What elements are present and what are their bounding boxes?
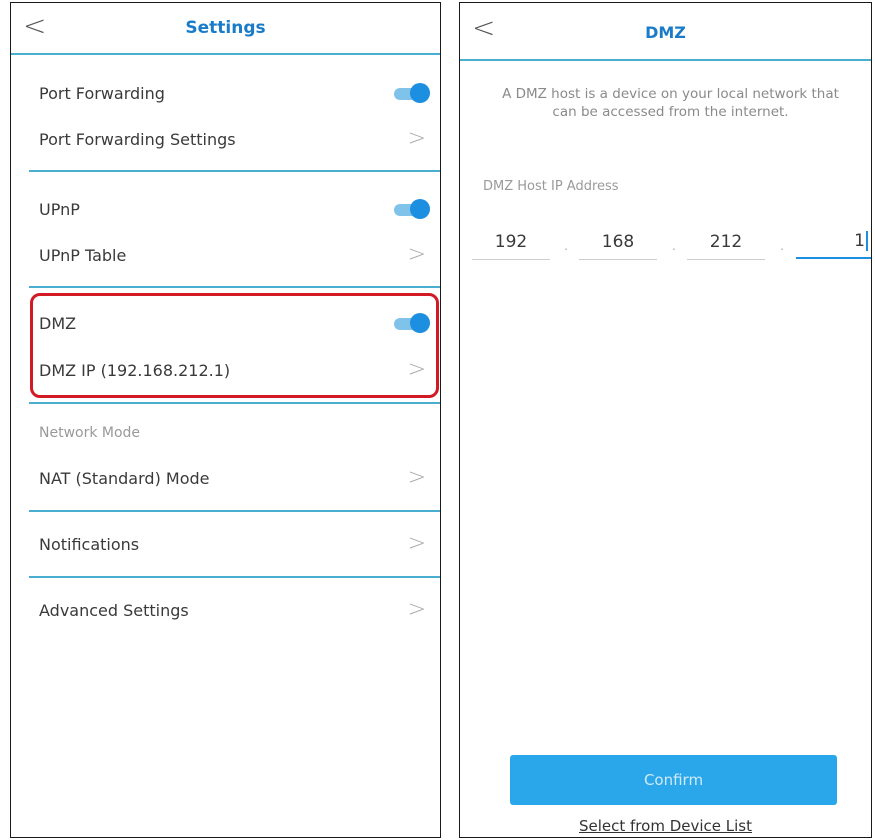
ip-octet-4-input[interactable]: 1 bbox=[796, 225, 871, 259]
upnp-label: UPnP bbox=[39, 199, 80, 219]
chevron-right-icon: > bbox=[407, 531, 426, 556]
advanced-settings-item[interactable]: Advanced Settings > bbox=[39, 596, 430, 624]
port-forwarding-toggle[interactable] bbox=[394, 83, 430, 103]
text-cursor bbox=[866, 231, 868, 251]
dmz-host-ip-label: DMZ Host IP Address bbox=[483, 179, 619, 194]
chevron-right-icon: > bbox=[407, 126, 426, 151]
upnp-toggle[interactable] bbox=[394, 199, 430, 219]
dmz-row: DMZ bbox=[39, 309, 430, 337]
ip-separator: . bbox=[780, 239, 784, 253]
nat-mode-label: NAT (Standard) Mode bbox=[39, 468, 210, 488]
chevron-right-icon: > bbox=[407, 597, 426, 622]
divider bbox=[29, 576, 440, 578]
dmz-header: < DMZ bbox=[460, 3, 871, 61]
ip-octet-3-input[interactable]: 212 bbox=[687, 225, 765, 260]
ip-octet-4-value: 1 bbox=[854, 231, 865, 251]
port-forwarding-settings-label: Port Forwarding Settings bbox=[39, 129, 236, 149]
confirm-button[interactable]: Confirm bbox=[510, 755, 837, 805]
chevron-right-icon: > bbox=[407, 465, 426, 490]
upnp-row: UPnP bbox=[39, 195, 430, 223]
ip-separator: . bbox=[564, 239, 568, 253]
page-title: DMZ bbox=[645, 23, 686, 42]
dmz-ip-item[interactable]: DMZ IP (192.168.212.1) > bbox=[39, 356, 430, 384]
upnp-table-item[interactable]: UPnP Table > bbox=[39, 241, 430, 269]
dmz-description: A DMZ host is a device on your local net… bbox=[502, 86, 839, 120]
page-title: Settings bbox=[185, 18, 266, 38]
dmz-toggle[interactable] bbox=[394, 313, 430, 333]
dmz-screen: < DMZ A DMZ host is a device on your loc… bbox=[459, 2, 872, 838]
chevron-right-icon: > bbox=[407, 357, 426, 382]
select-from-device-list-link[interactable]: Select from Device List bbox=[460, 817, 871, 835]
settings-screen: < Settings Port Forwarding Port Forwardi… bbox=[10, 2, 441, 838]
settings-header: < Settings bbox=[11, 3, 440, 55]
divider bbox=[29, 510, 440, 512]
divider bbox=[29, 286, 440, 288]
dmz-label: DMZ bbox=[39, 313, 77, 333]
chevron-right-icon: > bbox=[407, 242, 426, 267]
ip-separator: . bbox=[672, 239, 676, 253]
port-forwarding-settings-item[interactable]: Port Forwarding Settings > bbox=[39, 125, 430, 153]
advanced-settings-label: Advanced Settings bbox=[39, 600, 189, 620]
network-mode-section-label: Network Mode bbox=[39, 425, 141, 441]
divider bbox=[29, 402, 440, 404]
notifications-item[interactable]: Notifications > bbox=[39, 530, 430, 558]
notifications-label: Notifications bbox=[39, 534, 140, 554]
port-forwarding-label: Port Forwarding bbox=[39, 83, 165, 103]
dmz-ip-label: DMZ IP (192.168.212.1) bbox=[39, 360, 231, 380]
upnp-table-label: UPnP Table bbox=[39, 245, 127, 265]
port-forwarding-row: Port Forwarding bbox=[39, 79, 430, 107]
divider bbox=[29, 170, 440, 172]
nat-mode-item[interactable]: NAT (Standard) Mode > bbox=[39, 464, 430, 492]
ip-octet-1-input[interactable]: 192 bbox=[472, 225, 550, 260]
ip-octet-2-input[interactable]: 168 bbox=[579, 225, 657, 260]
